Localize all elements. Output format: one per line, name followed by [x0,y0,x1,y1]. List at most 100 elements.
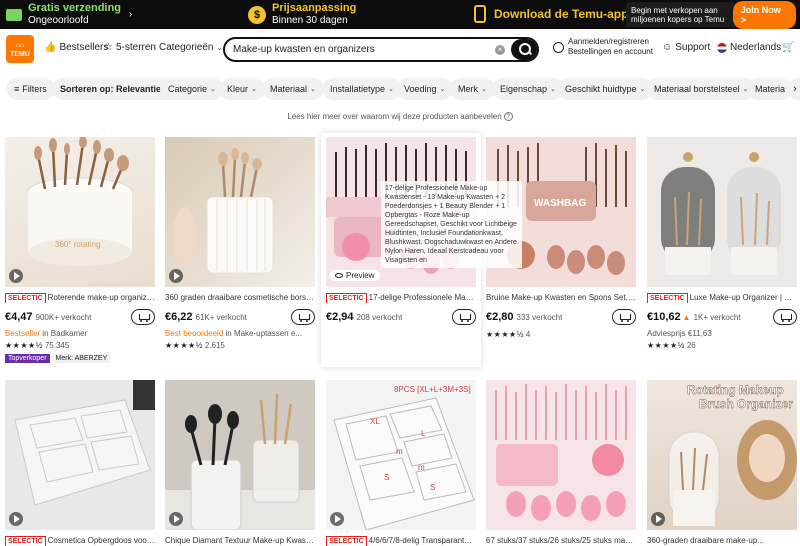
support-link[interactable]: ☺ Support [662,42,710,53]
product-meta-text: Adviesprijs €11,63 [647,329,712,338]
add-to-cart-icon[interactable] [773,309,797,325]
product-title-text: Cosmetica Opbergdoos voor... [47,536,155,545]
add-to-cart-icon[interactable] [291,309,315,325]
nav-five-star[interactable]: ☆ 5-sterren [104,42,156,53]
product-title[interactable]: SELECTIC Roterende make-up organizer |... [5,292,155,303]
search-input[interactable]: Make-up kwasten en organizers [225,44,495,55]
product-meta-text: in Badkamer [40,329,88,338]
add-to-cart-icon[interactable] [452,309,476,325]
product-image[interactable] [647,137,797,287]
clear-search-icon[interactable]: × [495,44,505,55]
free-shipping-subtitle: Ongeoorloofd [28,15,89,26]
product-title[interactable]: SELECTIC Luxe Make-up Organizer | Verti..… [647,292,797,303]
size-m-label: m [396,447,403,456]
search-button[interactable] [511,39,537,60]
chip-color-label: Kleur [227,84,249,94]
language-selector[interactable]: Nederlands [717,42,781,53]
rotating-label: 360° rotating [55,240,100,249]
size-s-label: S [384,473,389,482]
product-title[interactable]: SELECTIC Cosmetica Opbergdoos voor... [5,535,155,546]
size-l-label: L [421,429,426,438]
product-card[interactable]: 67 stuks/37 stuks/26 stuks/25 stuks make… [486,380,636,546]
chip-filters[interactable]: ≡ Filters [6,78,55,100]
price-adjust-title: Prijsaanpassing [272,2,357,14]
product-sold: 1K+ verkocht [693,312,741,322]
play-icon[interactable] [9,512,23,526]
washbag-label: WASHBAG [534,198,586,209]
temu-logo[interactable]: ⌂⌂ TEMU [6,35,34,63]
product-card[interactable]: 360° rotating SELECTIC Roterende make-up … [5,137,155,363]
brand-tag[interactable]: Merk: ABERZEY [52,354,111,363]
review-count: 75.345 [44,341,70,350]
download-app-label: Download de Temu-app [494,6,629,21]
product-image[interactable] [165,137,315,287]
play-icon[interactable] [651,512,665,526]
product-title[interactable]: 67 stuks/37 stuks/26 stuks/25 stuks make… [486,535,636,546]
logo-text: TEMU [10,51,30,58]
free-shipping-banner[interactable]: Gratis verzending Ongeoorloofd › [6,2,132,27]
product-image[interactable] [5,380,155,530]
product-title-text: Luxe Make-up Organizer | Verti... [689,293,797,302]
seller-banner[interactable]: Begin met verkopen aan miljoenen kopers … [626,0,796,29]
nav-bestsellers[interactable]: 👍 Bestsellers [44,42,108,53]
download-app-banner[interactable]: Download de Temu-app [474,5,628,23]
eye-icon [335,273,343,278]
product-title[interactable]: Bruine Make-up Kwasten en Spons Set, Pro… [486,292,636,303]
image-heading-line: Brush Organizer [699,397,793,411]
play-icon[interactable] [330,512,344,526]
cart-header-icon[interactable]: 🛒 [782,42,794,53]
product-image[interactable]: Rotating Makeup Brush Organizer [647,380,797,530]
product-card[interactable]: SELECTIC Cosmetica Opbergdoos voor... [5,380,155,546]
product-image[interactable]: 8PCS [XL+L+3M+3S] XL L m m S S [326,380,476,530]
chip-property[interactable]: Eigenschap ⌄ [492,78,564,100]
product-image[interactable] [486,380,636,530]
preview-button[interactable]: Preview [329,270,381,281]
thumbs-up-icon: 👍 [44,42,57,53]
size-xl-label: XL [370,417,380,426]
product-meta: Best beoordeeld in Make-uptassen e... [165,329,315,338]
chip-filters-label: Filters [22,84,47,94]
join-now-button[interactable]: Join Now > [732,0,796,29]
recommendation-info[interactable]: Lees hier meer over waarom wij deze prod… [0,112,800,122]
chip-material-label: Materiaal [270,84,308,94]
chip-skin-type[interactable]: Geschikt huidtype ⌄ [557,78,654,100]
chip-brand[interactable]: Merk ⌄ [450,78,495,100]
price-adjust-banner[interactable]: $ Prijsaanpassing Binnen 30 dagen [248,2,356,27]
product-title-text: Bruine Make-up Kwasten en Spons Set, Pro… [486,293,636,302]
chip-handle-material-label: Materiaal borstelsteel [654,84,740,94]
product-card[interactable]: 8PCS [XL+L+3M+3S] XL L m m S S SELECTIC 4… [326,380,476,546]
chip-power[interactable]: Voeding ⌄ [396,78,454,100]
chevron-down-icon: ⌄ [639,86,646,93]
product-title[interactable]: SELECTIC 17-delige Professionele Make-u..… [326,292,476,303]
product-rating: ★★★★½ 2.615 [165,341,315,350]
chevron-down-icon: ⌄ [481,86,487,93]
selectic-badge: SELECTIC [5,536,46,546]
product-title[interactable]: 360 graden draaibare cosmetische borstel… [165,292,315,303]
product-image[interactable] [165,380,315,530]
product-illustration [661,152,781,275]
language-label: Nederlands [730,42,782,53]
product-card[interactable]: Rotating Makeup Brush Organizer 360-grad… [647,380,797,546]
chip-installation[interactable]: Installatietype ⌄ [322,78,402,100]
product-card[interactable]: 360 graden draaibare cosmetische borstel… [165,137,315,350]
chip-material[interactable]: Materiaal ⌄ [262,78,324,100]
join-arrow-icon: > [740,14,747,25]
product-sold: 333 verkocht [516,312,563,322]
product-card[interactable]: SELECTIC Luxe Make-up Organizer | Verti..… [647,137,797,350]
product-title[interactable]: SELECTIC 4/6/6/7/8-delig Transparante A..… [326,535,476,546]
product-image[interactable]: 360° rotating [5,137,155,287]
chip-color[interactable]: Kleur ⌄ [219,78,265,100]
chip-handle-material[interactable]: Materiaal borstelsteel ⌄ [646,78,757,100]
add-to-cart-icon[interactable] [612,309,636,325]
play-icon[interactable] [169,269,183,283]
chip-category[interactable]: Categorie ⌄ [160,78,224,100]
product-title[interactable]: Chique Diamant Textuur Make-up Kwasten..… [165,535,315,546]
product-card[interactable]: Chique Diamant Textuur Make-up Kwasten..… [165,380,315,546]
add-to-cart-icon[interactable] [131,309,155,325]
preview-label: Preview [346,271,375,280]
nav-categories[interactable]: Categorieën ⌄ [159,42,222,53]
account-menu[interactable]: Aanmelden/registreren Bestellingen en ac… [553,37,653,57]
play-icon[interactable] [9,269,23,283]
product-title[interactable]: 360-graden draaibare make-up... [647,535,797,546]
play-icon[interactable] [169,512,183,526]
